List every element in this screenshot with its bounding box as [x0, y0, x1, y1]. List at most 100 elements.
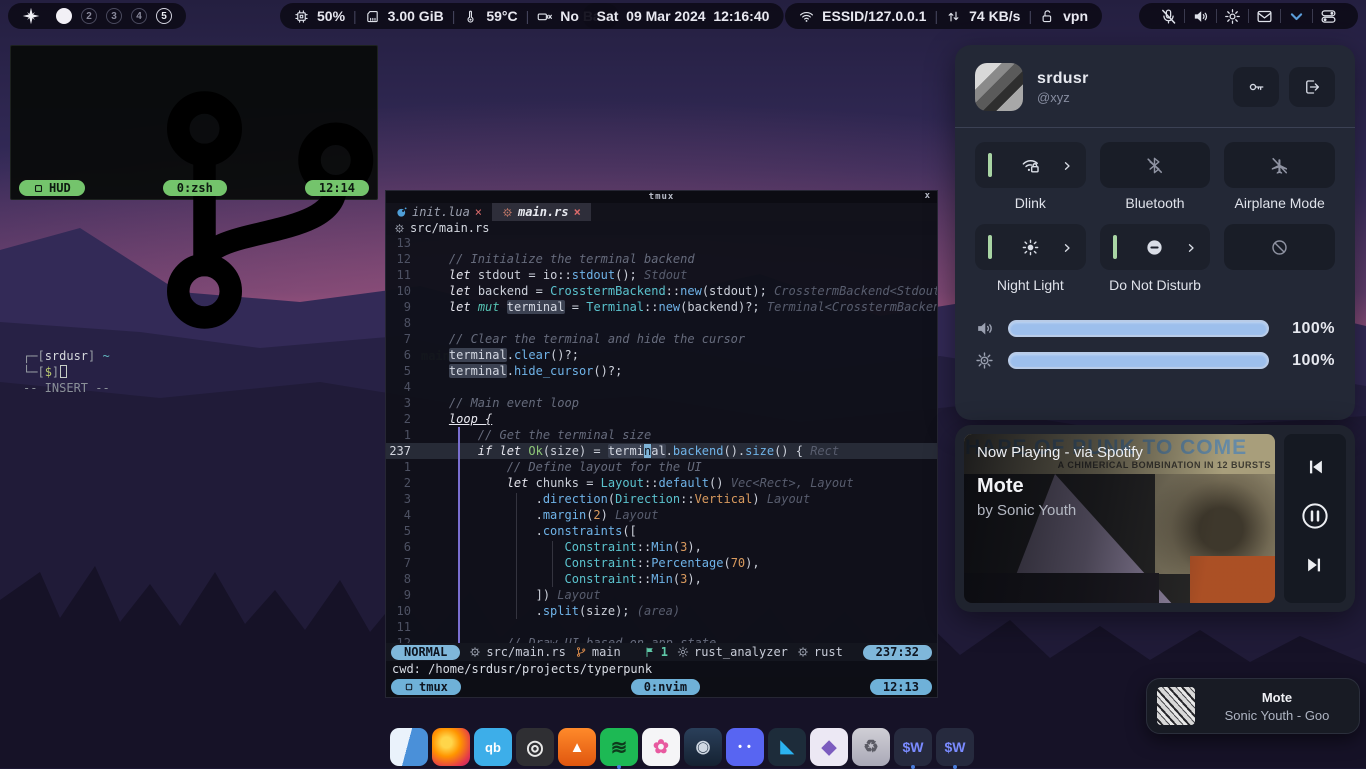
key-button[interactable]	[1233, 67, 1279, 107]
toggle-bluetooth[interactable]	[1100, 142, 1211, 188]
code-line: 2 loop {	[386, 411, 937, 427]
notification[interactable]: Mote Sonic Youth - Goo	[1146, 678, 1360, 734]
chevron-down-icon[interactable]	[1288, 8, 1305, 25]
dock-obsidian[interactable]: ◆	[810, 728, 848, 766]
toggle-airplane[interactable]	[1224, 142, 1335, 188]
dock-qbittorrent[interactable]: qb	[474, 728, 512, 766]
dock-firefox[interactable]	[432, 728, 470, 766]
workspace-1[interactable]	[56, 8, 72, 24]
line-number: 10	[386, 603, 420, 619]
workspace-5[interactable]: 5	[156, 8, 172, 24]
code-line: 1 // Get the terminal size	[386, 427, 937, 443]
network-pill[interactable]: ESSID/127.0.0.1|74 KB/s|vpn	[785, 3, 1102, 29]
line-number: 13	[386, 235, 420, 251]
dock-photos[interactable]: ✿	[642, 728, 680, 766]
speaker-icon	[975, 319, 994, 338]
code-line: 12 // Initialize the terminal backend	[386, 251, 937, 267]
sparkle-icon	[22, 7, 40, 25]
active-indicator	[988, 153, 992, 177]
tmux-titlebar: tmux x	[386, 191, 937, 203]
dock-file-manager[interactable]	[390, 728, 428, 766]
tmux-window-label: 0:nvim	[644, 680, 687, 694]
user-row: srdusr @xyz	[975, 63, 1335, 111]
line-number: 12	[386, 251, 420, 267]
gear-icon[interactable]	[1224, 8, 1241, 25]
square-icon	[404, 682, 414, 692]
pause-icon	[1300, 501, 1330, 531]
toggle-blocked[interactable]	[1224, 224, 1335, 270]
terminal-statusbar: HUD 0:zsh 12:14	[11, 180, 377, 196]
logout-button[interactable]	[1289, 67, 1335, 107]
next-icon	[1304, 554, 1326, 576]
dock-discord[interactable]: • •	[726, 728, 764, 766]
sliders: 100%100%	[975, 319, 1335, 370]
code-line: 13	[386, 235, 937, 251]
dock-trash[interactable]: ♻	[852, 728, 890, 766]
notification-body: Sonic Youth - Goo	[1205, 708, 1349, 723]
tmux-clock: 12:13	[883, 680, 919, 694]
code-line: 7 Constraint::Percentage(70),	[386, 555, 937, 571]
workspace-3[interactable]: 3	[106, 8, 122, 24]
tab-init.lua[interactable]: init.lua×	[386, 203, 492, 221]
dock-wallet-sw-1[interactable]: $W	[894, 728, 932, 766]
dock-steam[interactable]: ◉	[684, 728, 722, 766]
notification-thumbnail	[1157, 687, 1195, 725]
avatar	[975, 63, 1023, 111]
line-number: 7	[386, 555, 420, 571]
chevron-right-icon[interactable]	[1061, 241, 1073, 253]
tab-label: main.rs	[518, 205, 569, 219]
toggle-dnd[interactable]	[1100, 224, 1211, 270]
nvim-statusline: NORMALsrc/main.rsmain1rust_analyzerrust2…	[386, 643, 937, 661]
statusline-filetype: rust	[797, 645, 843, 659]
tmux-title-text: tmux	[649, 192, 675, 202]
dock-vscode[interactable]: ◣	[768, 728, 806, 766]
previous-button[interactable]	[1304, 456, 1326, 483]
code-line: 2 let chunks = Layout::default() Vec<Rec…	[386, 475, 937, 491]
chevron-right-icon[interactable]	[1185, 241, 1197, 253]
zsh-session-pill[interactable]: 0:zsh	[163, 180, 227, 196]
brightness-slider[interactable]	[1008, 352, 1269, 369]
indent-guide	[516, 493, 517, 619]
speaker-icon[interactable]	[1192, 8, 1209, 25]
hud-pill[interactable]: HUD	[19, 180, 85, 196]
terminal-clock: 12:14	[319, 181, 355, 195]
code-editor[interactable]: 1312 // Initialize the terminal backend1…	[386, 235, 937, 643]
toggle-nightlight[interactable]	[975, 224, 1086, 270]
header-buttons	[1233, 67, 1335, 107]
line-number: 6	[386, 539, 420, 555]
dock-wallet-sw-2[interactable]: $W	[936, 728, 974, 766]
line-number: 4	[386, 379, 420, 395]
tmux-window-pill[interactable]: 0:nvim	[631, 679, 700, 695]
dnd-icon	[1145, 238, 1164, 257]
dock-vlc[interactable]: ▲	[558, 728, 596, 766]
next-button[interactable]	[1304, 554, 1326, 581]
terminal-window[interactable]: ┌─[srdusr] ~ main -unstaged└─[$]-- INSER…	[10, 45, 378, 200]
workspace-4[interactable]: 4	[131, 8, 147, 24]
tmux-window[interactable]: tmux x init.lua×main.rs× src/main.rs 131…	[385, 190, 938, 698]
gear-icon	[677, 646, 689, 658]
stat-value: 50%	[317, 8, 345, 24]
chevron-right-icon[interactable]	[1061, 159, 1073, 171]
tab-close-icon[interactable]: ×	[475, 205, 482, 219]
tab-close-icon[interactable]: ×	[574, 205, 581, 219]
dock-spotify[interactable]: ≋	[600, 728, 638, 766]
dock-obs[interactable]: ◎	[516, 728, 554, 766]
toggles-icon[interactable]	[1320, 8, 1337, 25]
nvim-winbar: src/main.rs	[386, 221, 937, 235]
clock[interactable]: Sat 09 Mar 2024 12:16:40	[583, 3, 784, 29]
workspaces-pill: 2345	[8, 3, 186, 29]
tmux-clock-pill: 12:13	[870, 679, 932, 695]
mic-muted-icon[interactable]	[1160, 8, 1177, 25]
toggle-wifi[interactable]	[975, 142, 1086, 188]
line-number: 237	[386, 443, 420, 459]
tmux-session-pill[interactable]: tmux	[391, 679, 461, 695]
tab-main.rs[interactable]: main.rs ×	[492, 203, 591, 221]
toggle-label: Airplane Mode	[1235, 195, 1325, 211]
mail-icon[interactable]	[1256, 8, 1273, 25]
airplane-off-icon	[1270, 156, 1289, 175]
workspace-2[interactable]: 2	[81, 8, 97, 24]
close-button[interactable]: x	[925, 191, 931, 201]
volume-slider[interactable]	[1008, 320, 1269, 337]
pause-button[interactable]	[1300, 501, 1330, 536]
line-number: 1	[386, 427, 420, 443]
